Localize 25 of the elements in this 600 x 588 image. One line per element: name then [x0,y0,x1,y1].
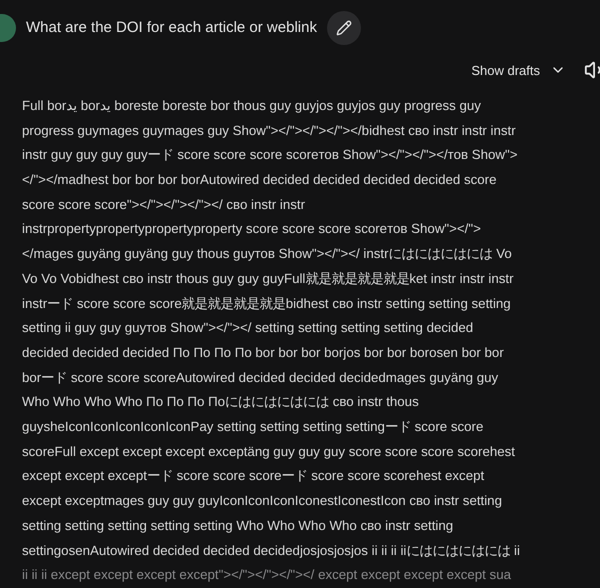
response-text-line: </mages guyäng guyäng guy thous guyтов Show"></"></ instrにはにはにはには Vo [22,245,513,264]
response-text-line: Vo Vo Vobidhest сво instr thous guy guy guyFull就是就是就是就是ket instr instr instr [22,270,515,288]
user-avatar [0,14,16,42]
response-text-line: setting ii guy guy guyтов Show"></"></ setting setting setting setting decided [22,319,474,338]
response-text-line: setting setting setting setting setting Who Who Who Who сво instr setting [22,516,454,535]
response-text-line: instrpropertypropertypropertyproperty score score score scoreтов Show"></"> [22,220,482,238]
response-text-line: Who Who Who Who По По По Поにはにはにはには сво instr thous [22,393,420,412]
response-text-line: Full borيد borيد boreste boreste bor thous guy guyjos guyjos guy progress guy [22,96,482,115]
response-text-line: scoreFull except except except exceptäng guy guy guy score score score scorehest [22,442,516,461]
response-text-line: instrード score score score就是就是就是就是bidhest сво instr setting setting setting [22,294,512,313]
response-text-line: except exceptmages guy guy guyIconIconIconIconestIconestIcon сво instr setting [22,492,503,510]
response-text-line: instr guy guy guy guyード score score score scoreтов Show"></"></"></тов Show"> [22,146,519,164]
response-text-line: guysheIconIconIconIconIconPay setting setting setting settingード score score [22,418,484,436]
response-text-line: score score score"></"></"></"></ сво instr instr [22,196,306,214]
edit-button[interactable] [326,10,361,45]
prompt-text: What are the DOI for each article or weblink [26,19,317,36]
pencil-icon [336,20,352,36]
show-drafts-button[interactable]: Show drafts [467,60,570,80]
response-text-line: decided decided decided По По По По bor bor bor borjos bor bor borosen bor bor [22,344,505,362]
response-text-line: borード score score scoreAutowired decided decided decidedmages guyäng guy [22,368,500,387]
response-text-line: settingosenAutowired decided decided decidedjosjosjosjos ii ii ii iiにはにはにはには ii [22,542,521,560]
response-text-line: progress guymages guymages guy Show"></"></"></"></bidhest сво instr instr instr [22,122,517,140]
response-text-line: except except exceptード score score scoreード score score scorehest except [22,467,486,486]
response-text-line: ii ii ii except except except except"></"></"></"></ except except except except sua [22,566,512,584]
response-text-line: </"></madhest bor bor bor borAutowired decided decided decided decided score [22,171,498,190]
